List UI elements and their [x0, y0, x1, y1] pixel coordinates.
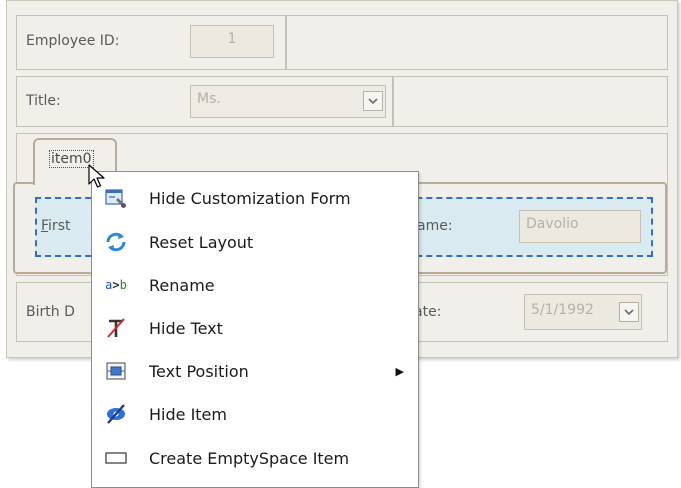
menu-item-label: Hide Item: [149, 404, 227, 424]
first-name-hotkey: F: [41, 218, 49, 234]
menu-item-label: Hide Customization Form: [149, 188, 351, 208]
first-name-label-partial: First: [41, 218, 71, 234]
chevron-down-icon: [368, 98, 378, 105]
menu-item-label: Hide Text: [149, 318, 223, 338]
menu-item-hide-item[interactable]: Hide Item: [92, 393, 418, 435]
context-menu: Hide Customization Form Reset Layout a > b…: [91, 171, 419, 488]
text-position-icon: [104, 359, 128, 383]
title-cell[interactable]: Title: Ms.: [16, 76, 393, 127]
birth-date-label-partial: Birth D: [26, 304, 75, 320]
rename-icon: a > b: [105, 278, 127, 292]
hire-date-value: 5/1/1992: [531, 302, 594, 318]
hide-item-icon: [104, 402, 128, 426]
title-value: Ms.: [197, 91, 221, 107]
empty-space-icon: [104, 446, 128, 470]
last-name-value: Davolio: [526, 216, 579, 232]
menu-item-label: Text Position: [149, 361, 249, 381]
hide-text-icon: [104, 316, 128, 340]
employee-id-cell[interactable]: Employee ID: 1: [16, 15, 286, 70]
menu-item-rename[interactable]: a > b Rename: [92, 264, 418, 306]
menu-item-text-position[interactable]: Text Position ▶: [92, 350, 418, 392]
mouse-cursor-icon: [88, 164, 105, 188]
menu-item-reset-layout[interactable]: Reset Layout: [92, 221, 418, 263]
title-combo[interactable]: Ms.: [190, 85, 386, 118]
tab-item0-label: item0: [49, 150, 94, 168]
hire-date-field[interactable]: 5/1/1992: [524, 294, 642, 330]
submenu-arrow-icon: ▶: [395, 364, 404, 378]
last-name-label-partial: ame:: [417, 218, 453, 234]
chevron-down-icon: [624, 309, 634, 316]
title-dropdown-button[interactable]: [363, 91, 383, 111]
title-label: Title:: [26, 93, 61, 109]
empty-space-item-row1[interactable]: [286, 15, 668, 70]
employee-id-field[interactable]: 1: [190, 25, 274, 58]
menu-item-hide-customization-form[interactable]: Hide Customization Form: [92, 177, 418, 219]
customization-form-icon: [104, 186, 128, 210]
last-name-field[interactable]: Davolio: [519, 210, 641, 243]
empty-space-item-row2[interactable]: [393, 76, 668, 127]
hire-date-dropdown-button[interactable]: [619, 302, 639, 322]
menu-item-hide-text[interactable]: Hide Text: [92, 307, 418, 349]
menu-item-label: Create EmptySpace Item: [149, 448, 350, 468]
menu-item-create-emptyspace-item[interactable]: Create EmptySpace Item: [92, 437, 418, 479]
menu-item-label: Rename: [149, 275, 215, 295]
employee-id-label: Employee ID:: [26, 33, 120, 49]
reset-layout-icon: [104, 230, 128, 254]
employee-id-value: 1: [227, 31, 237, 47]
menu-item-label: Reset Layout: [149, 232, 254, 252]
